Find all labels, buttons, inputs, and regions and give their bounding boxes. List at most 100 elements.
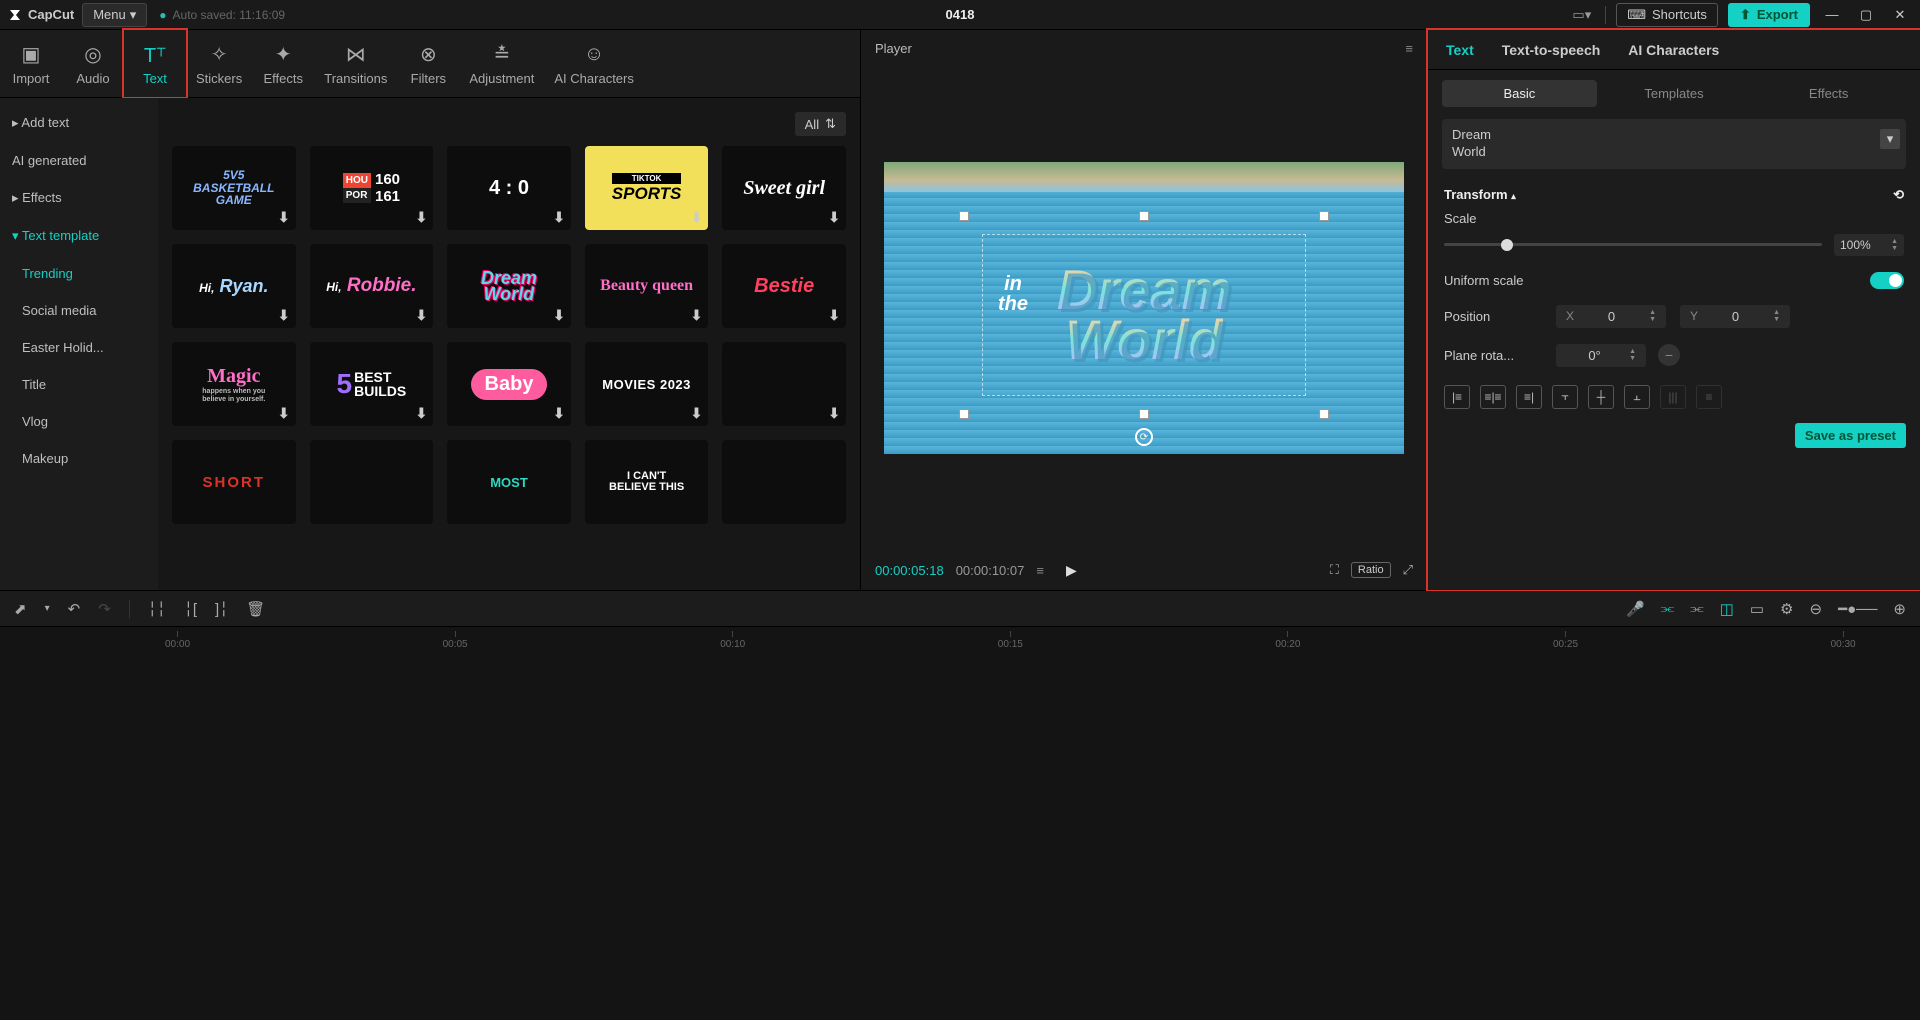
resize-handle-bm[interactable] xyxy=(1139,409,1149,419)
download-icon[interactable]: ⬇ xyxy=(278,209,290,226)
sidebar-social-media[interactable]: Social media xyxy=(0,292,158,329)
download-icon[interactable]: ⬇ xyxy=(828,209,840,226)
template-item[interactable] xyxy=(722,440,846,524)
scale-value[interactable]: 100%▲▼ xyxy=(1834,234,1904,256)
align-right-icon[interactable]: ≡| xyxy=(1516,385,1542,409)
tab-effects[interactable]: ✦Effects xyxy=(252,30,314,97)
template-item[interactable] xyxy=(310,440,434,524)
tab-ai-characters[interactable]: ☺AI Characters xyxy=(544,30,643,97)
close-button[interactable]: ✕ xyxy=(1888,3,1912,27)
resize-handle-tl[interactable] xyxy=(959,211,969,221)
tab-text[interactable]: T⸆Text xyxy=(124,30,186,97)
text-dropdown-icon[interactable]: ▾ xyxy=(1880,129,1900,149)
uniform-scale-toggle[interactable] xyxy=(1870,272,1904,289)
download-icon[interactable]: ⬇ xyxy=(278,307,290,324)
text-selection-box[interactable]: in the Dream World ⟳ xyxy=(964,216,1324,414)
position-y-input[interactable]: Y0▲▼ xyxy=(1680,305,1790,328)
link-icon[interactable]: ⫘ xyxy=(1690,600,1704,617)
download-icon[interactable]: ⬇ xyxy=(828,405,840,422)
layout-icon[interactable]: ▭▾ xyxy=(1568,3,1595,27)
fit-icon[interactable]: ⛶ xyxy=(1330,562,1339,578)
template-item[interactable]: Baby⬇ xyxy=(447,342,571,426)
play-button[interactable]: ▶ xyxy=(1066,562,1077,579)
sidebar-easter[interactable]: Easter Holid... xyxy=(0,329,158,366)
download-icon[interactable]: ⬇ xyxy=(691,307,703,324)
preview-icon[interactable]: ▭ xyxy=(1750,600,1764,618)
shortcuts-button[interactable]: ⌨ Shortcuts xyxy=(1616,3,1718,27)
download-icon[interactable]: ⬇ xyxy=(828,307,840,324)
template-item[interactable]: Magichappens when you believe in yoursel… xyxy=(172,342,296,426)
project-title[interactable]: 0418 xyxy=(946,7,975,22)
timeline-ruler[interactable]: 00:00 00:05 00:10 00:15 00:20 00:25 00:3… xyxy=(165,627,1900,651)
timeline-settings-icon[interactable]: ⚙ xyxy=(1780,600,1793,618)
tab-filters[interactable]: ⊗Filters xyxy=(397,30,459,97)
template-item[interactable]: Dream World⬇ xyxy=(447,244,571,328)
template-item[interactable]: SHORT xyxy=(172,440,296,524)
inspector-tab-tts[interactable]: Text-to-speech xyxy=(1502,42,1601,58)
align-hcenter-icon[interactable]: ≡|≡ xyxy=(1480,385,1506,409)
sidebar-text-template[interactable]: ▾ Text template xyxy=(0,217,158,255)
frame-back-icon[interactable]: ≡ xyxy=(1036,563,1044,578)
download-icon[interactable]: ⬇ xyxy=(278,405,290,422)
split-icon[interactable]: ╎╎ xyxy=(148,600,166,618)
download-icon[interactable]: ⬇ xyxy=(415,209,427,226)
resize-handle-br[interactable] xyxy=(1319,409,1329,419)
download-icon[interactable]: ⬇ xyxy=(691,405,703,422)
resize-handle-tr[interactable] xyxy=(1319,211,1329,221)
inspector-tab-ai[interactable]: AI Characters xyxy=(1628,42,1719,58)
sidebar-add-text[interactable]: ▸ Add text xyxy=(0,104,158,142)
download-icon[interactable]: ⬇ xyxy=(553,307,565,324)
maximize-button[interactable]: ▢ xyxy=(1854,3,1878,27)
template-item[interactable]: 5BEST BUILDS⬇ xyxy=(310,342,434,426)
resize-handle-bl[interactable] xyxy=(959,409,969,419)
minimize-button[interactable]: — xyxy=(1820,3,1844,27)
sidebar-ai-generated[interactable]: AI generated xyxy=(0,142,158,179)
download-icon[interactable]: ⬇ xyxy=(553,209,565,226)
tab-import[interactable]: ▣Import xyxy=(0,30,62,97)
preview-canvas[interactable]: in the Dream World ⟳ xyxy=(884,162,1404,454)
template-item[interactable]: 5V5 BASKETBALL GAME⬇ xyxy=(172,146,296,230)
ratio-button[interactable]: Ratio xyxy=(1351,562,1391,578)
plane-rotation-input[interactable]: 0°▲▼ xyxy=(1556,344,1646,367)
tab-adjustment[interactable]: ≛Adjustment xyxy=(459,30,544,97)
snap-icon[interactable]: ◫ xyxy=(1720,600,1734,618)
zoom-out-icon[interactable]: ⊖ xyxy=(1809,600,1822,618)
template-item[interactable]: I CAN'T BELIEVE THIS xyxy=(585,440,709,524)
rotate-handle[interactable]: ⟳ xyxy=(1135,428,1153,446)
rotation-dial[interactable]: − xyxy=(1658,344,1680,366)
trim-left-icon[interactable]: ╎[ xyxy=(184,600,197,618)
template-item[interactable]: Bestie⬇ xyxy=(722,244,846,328)
undo-icon[interactable]: ↶ xyxy=(68,600,81,618)
subtab-effects[interactable]: Effects xyxy=(1751,80,1906,107)
download-icon[interactable]: ⬇ xyxy=(415,307,427,324)
resize-handle-tm[interactable] xyxy=(1139,211,1149,221)
download-icon[interactable]: ⬇ xyxy=(415,405,427,422)
text-content-field[interactable]: Dream World ▾ xyxy=(1442,119,1906,169)
sidebar-title[interactable]: Title xyxy=(0,366,158,403)
magnet-icon[interactable]: ⫘ xyxy=(1661,600,1675,617)
align-left-icon[interactable]: |≡ xyxy=(1444,385,1470,409)
subtab-templates[interactable]: Templates xyxy=(1597,80,1752,107)
select-dropdown-icon[interactable]: ▾ xyxy=(45,603,50,614)
template-item[interactable]: Hi, Robbie.⬇ xyxy=(310,244,434,328)
select-tool-icon[interactable]: ⬈ xyxy=(14,600,27,618)
player-menu-icon[interactable]: ≡ xyxy=(1405,41,1413,56)
download-icon[interactable]: ⬇ xyxy=(553,405,565,422)
inspector-tab-text[interactable]: Text xyxy=(1446,42,1474,58)
export-button[interactable]: ⬆ Export xyxy=(1728,3,1810,27)
template-item[interactable]: TIKTOKSPORTS⬇ xyxy=(585,146,709,230)
download-icon[interactable]: ⬇ xyxy=(691,209,703,226)
scale-slider[interactable] xyxy=(1444,235,1822,255)
tab-transitions[interactable]: ⋈Transitions xyxy=(314,30,397,97)
fullscreen-icon[interactable]: ⤢ xyxy=(1403,562,1413,578)
template-item[interactable]: 4 : 0⬇ xyxy=(447,146,571,230)
zoom-in-icon[interactable]: ⊕ xyxy=(1893,600,1906,618)
delete-icon[interactable]: 🗑 xyxy=(246,600,265,618)
mic-icon[interactable]: 🎤 xyxy=(1626,600,1645,618)
trim-right-icon[interactable]: ]╎ xyxy=(215,600,228,618)
menu-button[interactable]: Menu ▾ xyxy=(82,3,147,27)
template-item[interactable]: Sweet girl⬇ xyxy=(722,146,846,230)
filter-all-button[interactable]: All⇅ xyxy=(795,112,846,136)
subtab-basic[interactable]: Basic xyxy=(1442,80,1597,107)
sidebar-makeup[interactable]: Makeup xyxy=(0,440,158,477)
